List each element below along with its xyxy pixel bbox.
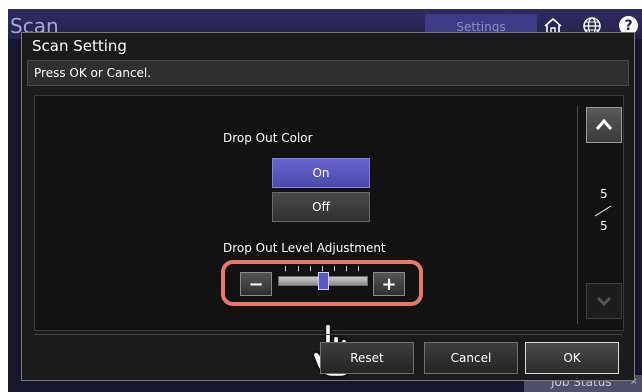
slider-tick bbox=[310, 266, 311, 271]
pager-divider bbox=[577, 106, 578, 324]
drop-out-on-button[interactable]: On bbox=[272, 158, 370, 188]
page-separator bbox=[594, 205, 612, 217]
drop-out-off-button[interactable]: Off bbox=[272, 192, 370, 222]
slider-tick bbox=[298, 266, 299, 271]
decrease-button[interactable]: − bbox=[240, 272, 272, 296]
dialog-title: Scan Setting bbox=[32, 37, 127, 55]
slider-tick bbox=[334, 266, 335, 271]
screen-frame: Scan Settings ? Job Status × Scan Settin… bbox=[8, 9, 642, 392]
level-slider-thumb[interactable] bbox=[317, 272, 329, 290]
scan-setting-dialog: Scan Setting Press OK or Cancel. Drop Ou… bbox=[21, 32, 635, 381]
slider-tick bbox=[285, 266, 286, 271]
slider-tick bbox=[322, 266, 323, 271]
chevron-down-icon bbox=[596, 296, 612, 307]
cancel-button[interactable]: Cancel bbox=[424, 342, 518, 374]
scroll-up-button[interactable] bbox=[586, 107, 622, 143]
chevron-up-icon bbox=[595, 118, 613, 130]
scroll-down-button[interactable] bbox=[586, 283, 622, 319]
footer-divider bbox=[34, 334, 622, 335]
increase-button[interactable]: + bbox=[373, 272, 405, 296]
message-text: Press OK or Cancel. bbox=[34, 66, 152, 80]
page-total: 5 bbox=[600, 219, 608, 233]
slider-tick bbox=[346, 266, 347, 271]
ok-button[interactable]: OK bbox=[525, 342, 619, 374]
reset-button[interactable]: Reset bbox=[320, 342, 414, 374]
slider-tick bbox=[358, 266, 359, 271]
drop-out-color-label: Drop Out Color bbox=[223, 131, 313, 145]
settings-panel: Drop Out Color On Off Drop Out Level Adj… bbox=[34, 95, 624, 379]
page-current: 5 bbox=[600, 187, 608, 201]
message-bar: Press OK or Cancel. bbox=[27, 60, 629, 86]
drop-out-level-label: Drop Out Level Adjustment bbox=[223, 241, 386, 255]
